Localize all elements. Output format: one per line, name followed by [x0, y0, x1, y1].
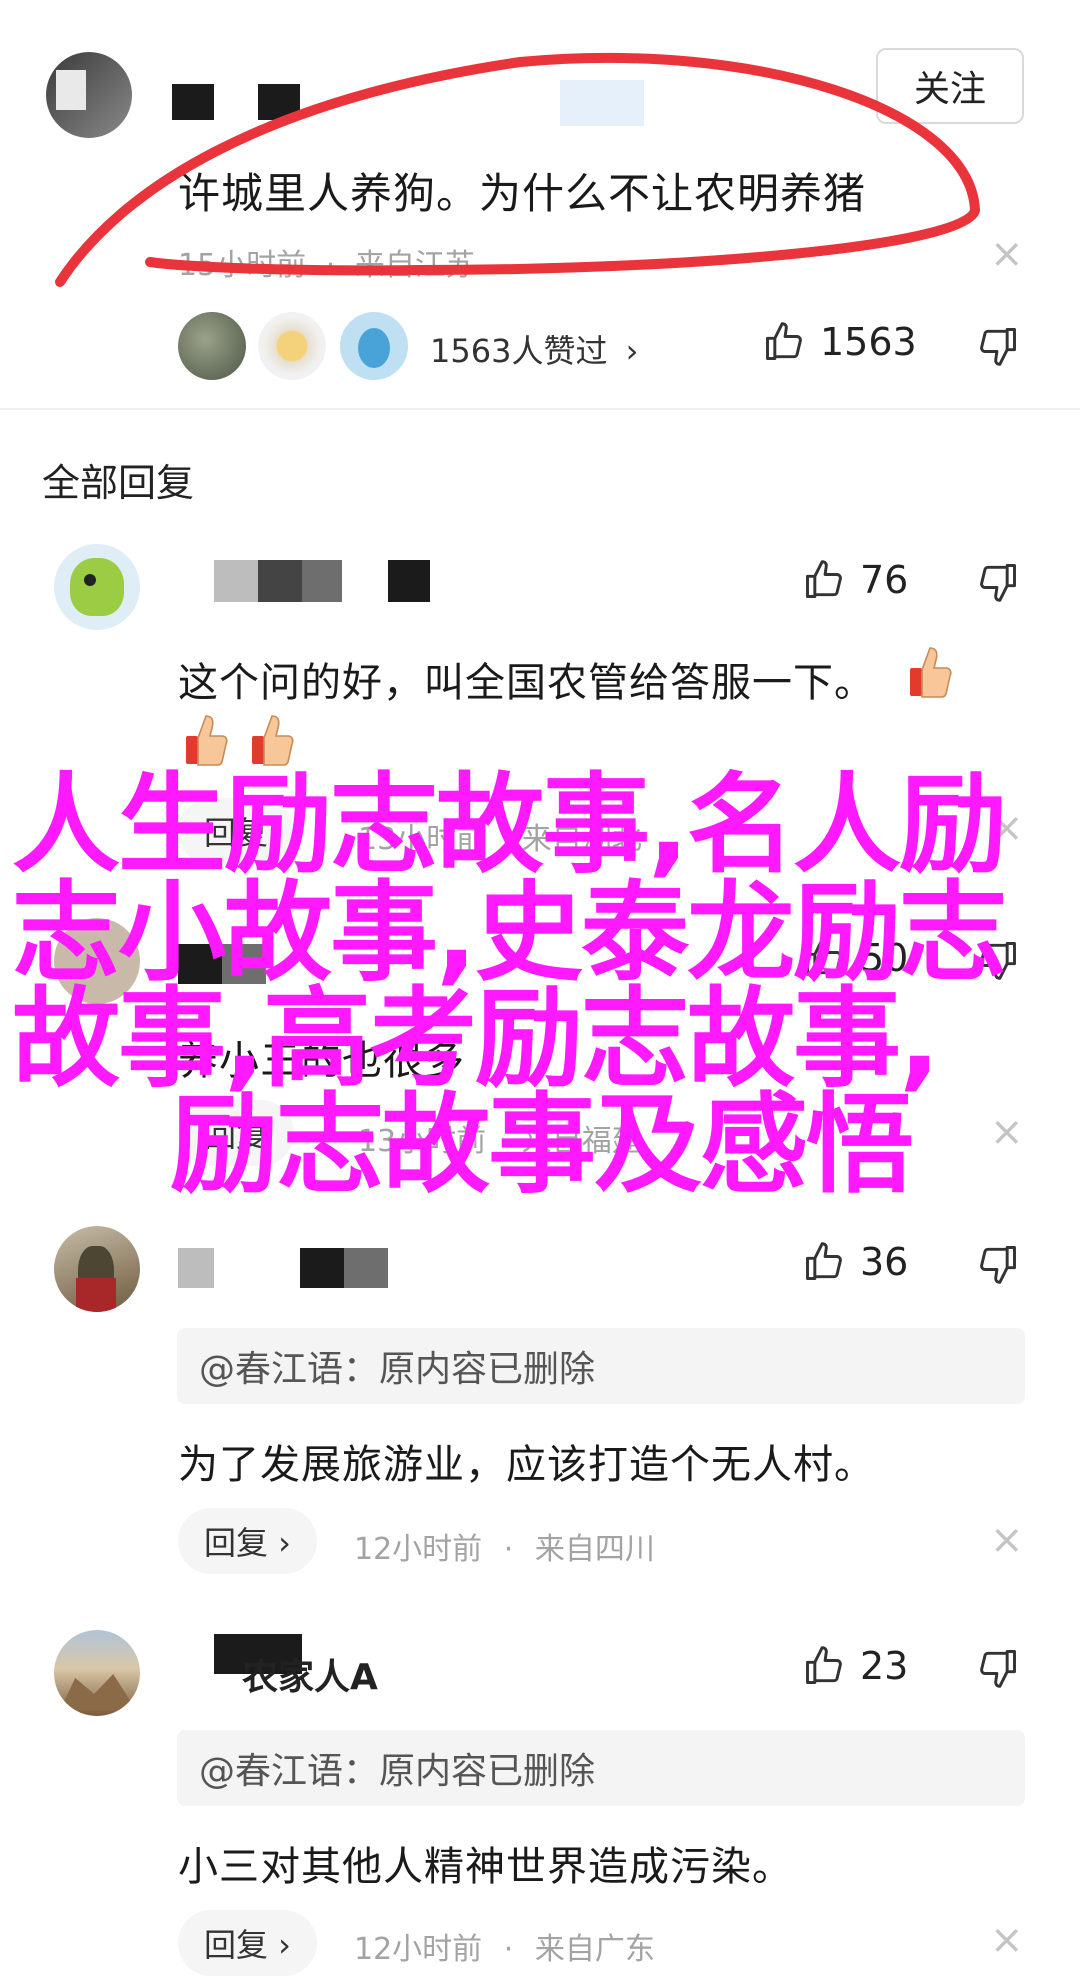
username-redaction: [178, 1248, 214, 1288]
red-circle-annotation: [55, 52, 981, 287]
thumbs-up-emoji: [908, 644, 952, 704]
meta-separator: ·: [503, 1532, 514, 1567]
overlay-title-line: 志小故事,史泰龙励志: [12, 871, 1007, 996]
comment-time: 12小时前: [354, 1532, 483, 1567]
like-button[interactable]: 1563: [762, 320, 917, 364]
username-redaction: [344, 1248, 388, 1288]
reply-meta: 12小时前 · 来自广东: [354, 1924, 655, 1968]
username-redaction: [302, 560, 342, 602]
thumbs-down-icon[interactable]: [976, 1242, 1020, 1286]
thumbs-down-icon[interactable]: [976, 1646, 1020, 1690]
quoted-reply-text: @春江语：原内容已删除: [199, 1349, 596, 1390]
likers-count-text: 1563人赞过: [430, 332, 608, 370]
overlay-title-line: 励志故事及感悟: [170, 1083, 914, 1208]
quoted-reply[interactable]: @春江语：原内容已删除: [177, 1328, 1025, 1404]
reply-button[interactable]: 回复 ›: [178, 1910, 317, 1976]
section-title: 全部回复: [42, 461, 195, 505]
liker-avatar[interactable]: [340, 312, 408, 380]
reply-avatar[interactable]: [54, 1630, 140, 1716]
username[interactable]: 农家人A: [242, 1648, 378, 1700]
reply-avatar[interactable]: [54, 1226, 140, 1312]
quoted-reply[interactable]: @春江语：原内容已删除: [177, 1730, 1025, 1806]
reply-text: 为了发展旅游业，应该打造个无人村。: [178, 1442, 875, 1488]
username-redaction: [300, 1248, 344, 1288]
reply-text: 这个问的好，叫全国农管给答服一下。: [178, 660, 875, 706]
username-redaction: [258, 560, 302, 602]
close-icon[interactable]: ×: [990, 1112, 1024, 1152]
comment-time: 12小时前: [354, 1932, 483, 1967]
thumbs-up-icon: [806, 1646, 842, 1684]
like-count: 36: [860, 1240, 909, 1284]
username-redaction: [388, 560, 430, 602]
comment-location: 来自四川: [534, 1532, 655, 1567]
liker-avatar[interactable]: [178, 312, 246, 380]
meta-separator: ·: [503, 1932, 514, 1967]
thumbs-up-icon: [806, 560, 842, 598]
thumbs-down-icon[interactable]: [976, 560, 1020, 604]
likers-summary[interactable]: 1563人赞过 ›: [430, 326, 638, 372]
reply-text: 小三对其他人精神世界造成污染。: [178, 1844, 793, 1890]
close-icon[interactable]: ×: [990, 1920, 1024, 1960]
like-count: 76: [860, 558, 909, 602]
reply-meta: 12小时前 · 来自四川: [354, 1524, 655, 1568]
chevron-right-icon: ›: [625, 332, 639, 370]
overlay-title-line: 故事,高考励志故事,: [12, 977, 940, 1102]
username-redaction: [214, 560, 258, 602]
close-icon[interactable]: ×: [990, 1520, 1024, 1560]
reply-avatar[interactable]: [54, 544, 140, 630]
like-count: 1563: [820, 320, 917, 364]
thumbs-up-icon: [766, 322, 802, 360]
quoted-reply-text: @春江语：原内容已删除: [199, 1751, 596, 1792]
comment-location: 来自广东: [534, 1932, 655, 1967]
section-divider: [0, 408, 1080, 410]
thumbs-down-icon[interactable]: [976, 324, 1020, 368]
like-button[interactable]: 36: [802, 1240, 908, 1284]
reply-button-label: 回复 ›: [204, 1524, 291, 1562]
like-count: 23: [860, 1644, 909, 1688]
like-button[interactable]: 76: [802, 558, 908, 602]
thumbs-up-icon: [806, 1242, 842, 1280]
reply-button[interactable]: 回复 ›: [178, 1508, 317, 1574]
liker-avatar[interactable]: [258, 312, 326, 380]
like-button[interactable]: 23: [802, 1644, 908, 1688]
overlay-title-line: 人生励志故事,名人励: [12, 763, 1007, 888]
reply-button-label: 回复 ›: [204, 1926, 291, 1964]
